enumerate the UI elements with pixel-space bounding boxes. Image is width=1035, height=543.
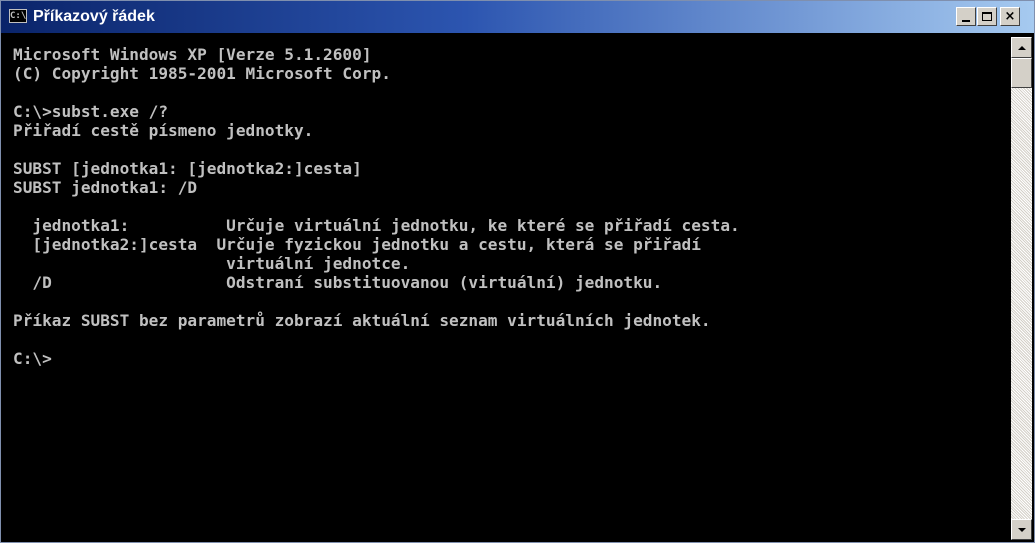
title-bar[interactable]: C:\ Příkazový řádek × (1, 1, 1034, 33)
console-line: virtuální jednotce. (13, 254, 411, 273)
console-line: Příkaz SUBST bez parametrů zobrazí aktuá… (13, 311, 711, 330)
minimize-icon (962, 19, 970, 22)
scroll-down-button[interactable] (1011, 519, 1032, 540)
console-line: (C) Copyright 1985-2001 Microsoft Corp. (13, 64, 391, 83)
close-icon: × (1004, 9, 1016, 24)
maximize-icon (982, 12, 992, 21)
console-line: Přiřadí cestě písmeno jednotky. (13, 121, 314, 140)
console-line: /D Odstraní substituovanou (virtuální) j… (13, 273, 663, 292)
maximize-button[interactable] (977, 7, 997, 26)
scroll-up-arrow-icon (1017, 45, 1026, 50)
console-line: SUBST jednotka1: /D (13, 178, 198, 197)
scroll-up-button[interactable] (1011, 37, 1032, 58)
scroll-thumb[interactable] (1011, 58, 1032, 88)
console-app-icon[interactable]: C:\ (9, 9, 27, 23)
vertical-scrollbar[interactable] (1011, 37, 1032, 540)
close-button[interactable]: × (1000, 7, 1020, 26)
command-prompt-window: C:\ Příkazový řádek × Microsoft Windows … (0, 0, 1035, 543)
scroll-down-arrow-icon (1017, 527, 1026, 532)
console-line: Microsoft Windows XP [Verze 5.1.2600] (13, 45, 372, 64)
window-title: Příkazový řádek (33, 8, 155, 25)
console-line: SUBST [jednotka1: [jednotka2:]cesta] (13, 159, 362, 178)
minimize-button[interactable] (956, 7, 976, 26)
console-output[interactable]: Microsoft Windows XP [Verze 5.1.2600] (C)… (5, 37, 1007, 540)
console-line: C:\> (13, 349, 52, 368)
console-line: C:\>subst.exe /? (13, 102, 169, 121)
console-line: [jednotka2:]cesta Určuje fyzickou jednot… (13, 235, 701, 254)
console-line: jednotka1: Určuje virtuální jednotku, ke… (13, 216, 740, 235)
